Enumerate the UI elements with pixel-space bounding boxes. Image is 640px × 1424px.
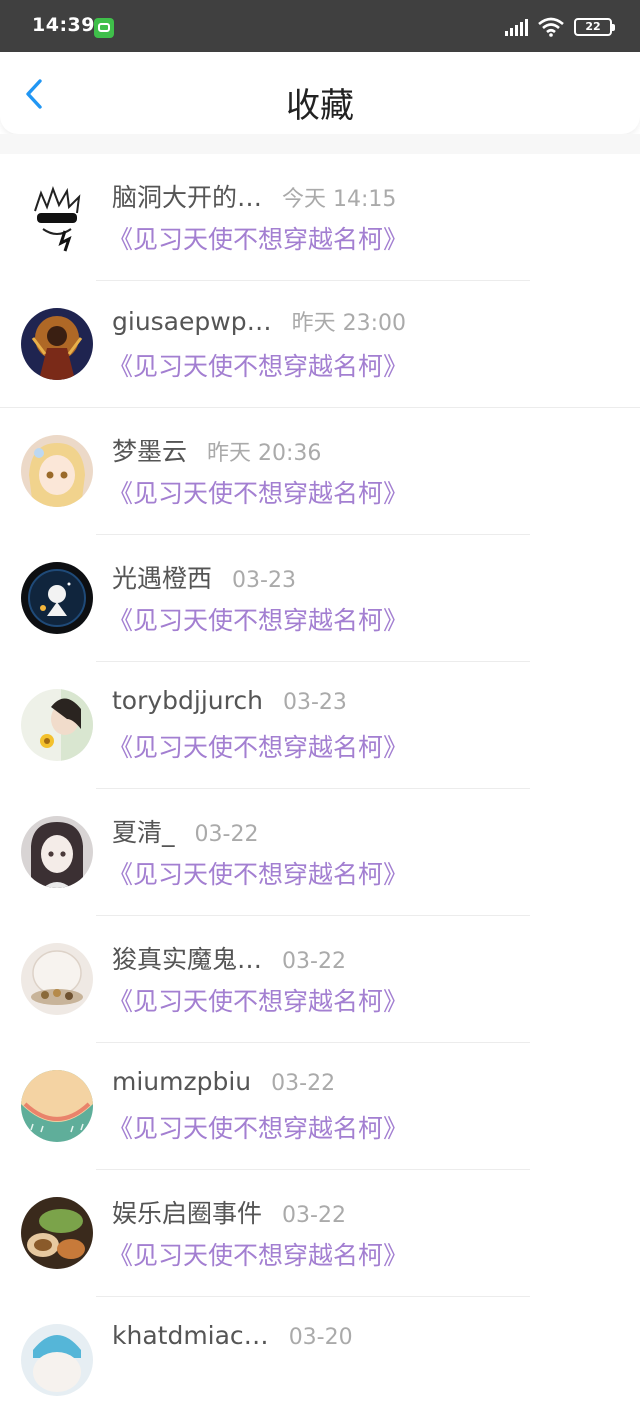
list-item[interactable]: 脑洞大开的… 今天 14:15 《见习天使不想穿越名柯》 (0, 154, 640, 281)
username: 光遇橙西 (112, 564, 213, 593)
book-title: 《见习天使不想穿越名柯》 (108, 479, 409, 508)
book-title: 《见习天使不想穿越名柯》 (108, 860, 409, 889)
timestamp: 昨天 20:36 (207, 441, 322, 466)
signal-icon (505, 18, 528, 36)
username: miumzpbiu (112, 1067, 252, 1096)
status-icons: 22 (505, 15, 615, 39)
avatar[interactable] (21, 181, 93, 253)
section-gap (0, 134, 640, 154)
avatar[interactable] (21, 943, 93, 1015)
item-title: 娱乐启圈事件 03-22 (112, 1194, 346, 1230)
timestamp: 03-22 (271, 1071, 336, 1096)
avatar[interactable] (21, 1324, 93, 1396)
page-title: 收藏 (286, 86, 354, 126)
list-item[interactable]: 梦墨云 昨天 20:36 《见习天使不想穿越名柯》 (0, 408, 640, 535)
top-nav-bar: 收藏 (0, 52, 640, 134)
list-item[interactable]: giusaepwp… 昨天 23:00 《见习天使不想穿越名柯》 (0, 281, 640, 408)
item-title: miumzpbiu 03-22 (112, 1067, 335, 1096)
username: khatdmiac… (112, 1321, 269, 1350)
status-time: 14:39 (32, 14, 95, 36)
book-title: 《见习天使不想穿越名柯》 (108, 1114, 409, 1143)
item-title: 狻真实魔鬼… 03-22 (112, 940, 346, 976)
list-item[interactable]: miumzpbiu 03-22 《见习天使不想穿越名柯》 (0, 1043, 640, 1170)
avatar[interactable] (21, 435, 93, 507)
item-title: khatdmiac… 03-20 (112, 1321, 353, 1350)
book-title: 《见习天使不想穿越名柯》 (108, 733, 409, 762)
item-title: 梦墨云 昨天 20:36 (112, 432, 321, 468)
book-title: 《见习天使不想穿越名柯》 (108, 606, 409, 635)
wifi-icon (538, 17, 564, 37)
timestamp: 03-22 (282, 1203, 346, 1228)
timestamp: 今天 14:15 (282, 187, 397, 212)
timestamp: 03-23 (282, 690, 347, 715)
status-bar: 14:39 22 (0, 0, 640, 52)
item-title: giusaepwp… 昨天 23:00 (112, 305, 406, 337)
app-notification-icon (94, 18, 114, 38)
timestamp: 03-20 (288, 1325, 353, 1350)
avatar[interactable] (21, 689, 93, 761)
avatar[interactable] (21, 308, 93, 380)
username: 娱乐启圈事件 (112, 1199, 263, 1228)
username: 狻真实魔鬼… (112, 945, 263, 974)
list-item[interactable]: 狻真实魔鬼… 03-22 《见习天使不想穿越名柯》 (0, 916, 640, 1043)
item-title: 夏清_ 03-22 (112, 813, 258, 849)
item-title: 脑洞大开的… 今天 14:15 (112, 178, 396, 214)
username: giusaepwp… (112, 307, 272, 336)
timestamp: 03-23 (232, 568, 296, 593)
book-title: 《见习天使不想穿越名柯》 (108, 225, 409, 254)
timestamp: 03-22 (282, 949, 346, 974)
timestamp: 03-22 (194, 822, 259, 847)
avatar[interactable] (21, 1070, 93, 1142)
username: 梦墨云 (112, 437, 188, 466)
book-title: 《见习天使不想穿越名柯》 (108, 352, 409, 381)
item-title: 光遇橙西 03-23 (112, 559, 296, 595)
item-title: torybdjjurch 03-23 (112, 686, 347, 715)
username: 夏清_ (112, 818, 175, 847)
list-item[interactable]: khatdmiac… 03-20 (0, 1297, 640, 1424)
battery-icon: 22 (574, 18, 615, 36)
list-item[interactable]: torybdjjurch 03-23 《见习天使不想穿越名柯》 (0, 662, 640, 789)
favorites-list: 脑洞大开的… 今天 14:15 《见习天使不想穿越名柯》 giusaepwp… 昨天… (0, 154, 640, 1424)
timestamp: 昨天 23:00 (291, 311, 406, 336)
username: 脑洞大开的… (112, 183, 263, 212)
book-title: 《见习天使不想穿越名柯》 (108, 1241, 409, 1270)
username: torybdjjurch (112, 686, 263, 715)
avatar[interactable] (21, 562, 93, 634)
book-title: 《见习天使不想穿越名柯》 (108, 987, 409, 1016)
list-item[interactable]: 娱乐启圈事件 03-22 《见习天使不想穿越名柯》 (0, 1170, 640, 1297)
avatar[interactable] (21, 1197, 93, 1269)
avatar[interactable] (21, 816, 93, 888)
list-item[interactable]: 光遇橙西 03-23 《见习天使不想穿越名柯》 (0, 535, 640, 662)
list-item[interactable]: 夏清_ 03-22 《见习天使不想穿越名柯》 (0, 789, 640, 916)
